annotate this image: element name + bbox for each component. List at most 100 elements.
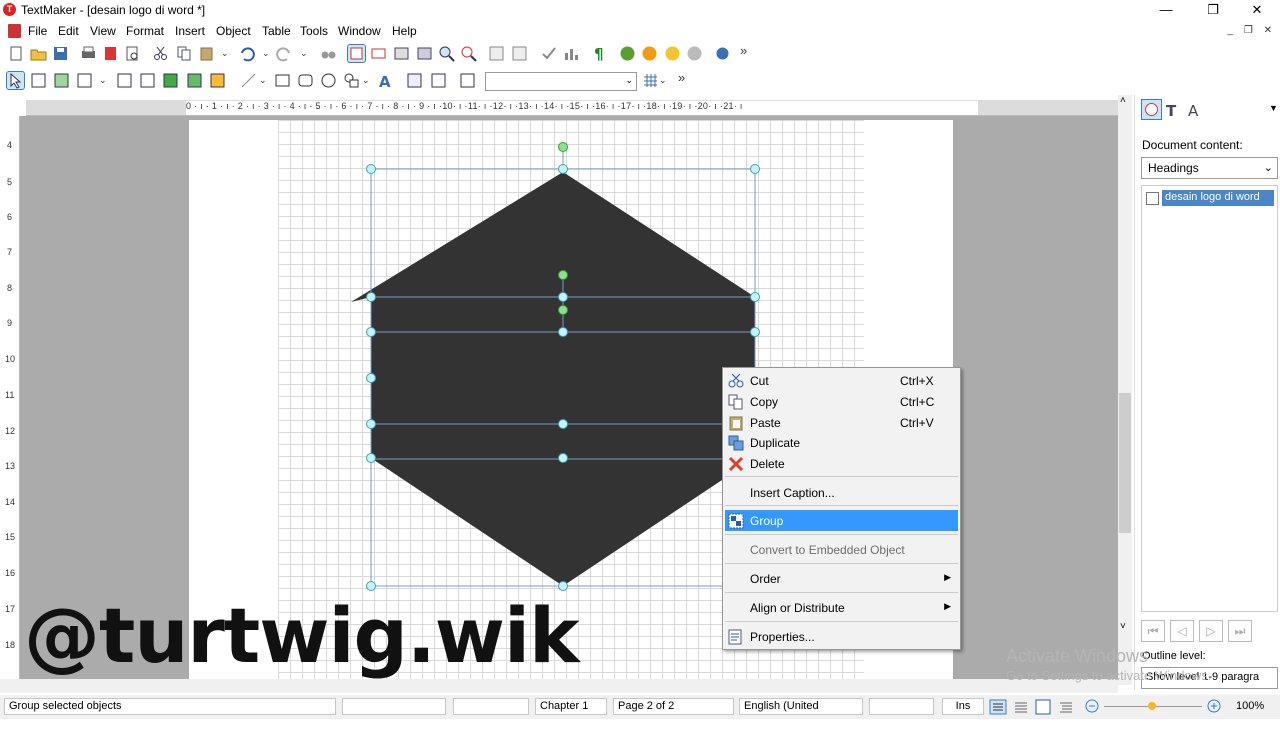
normal-view-icon[interactable] (989, 699, 1007, 715)
object-mode-icon[interactable] (370, 45, 387, 62)
cut-icon[interactable] (152, 45, 169, 62)
resize-handle[interactable] (366, 373, 376, 383)
menu-file[interactable]: File (28, 24, 47, 38)
menu-table[interactable]: Table (262, 24, 291, 38)
menu-tools[interactable]: Tools (300, 24, 328, 38)
paste-dropdown-icon[interactable]: ⌄ (221, 48, 229, 59)
zoom-out-icon[interactable] (1084, 698, 1100, 714)
ellipse-tool-icon[interactable] (320, 72, 337, 89)
menu-item-convert-embedded[interactable]: Convert to Embedded Object (725, 539, 958, 560)
line-tool-icon[interactable] (240, 72, 257, 89)
menu-item-duplicate[interactable]: Duplicate (725, 432, 958, 453)
paste-icon[interactable] (198, 45, 215, 62)
print-preview-icon[interactable] (124, 45, 141, 62)
scroll-up-icon[interactable]: ˄ (1120, 95, 1126, 106)
frame-properties-icon[interactable] (406, 72, 423, 89)
menu-item-cut[interactable]: Cut Ctrl+X (725, 370, 958, 391)
zoom-page-icon[interactable] (460, 45, 477, 62)
heading-checkbox[interactable] (1146, 192, 1159, 205)
zoom-icon[interactable] (438, 45, 455, 62)
resize-handle[interactable] (558, 419, 568, 429)
table-tool-icon[interactable] (76, 72, 93, 89)
autoshape-tool-icon[interactable] (343, 72, 360, 89)
undo-icon[interactable] (238, 45, 255, 62)
resize-handle[interactable] (366, 419, 376, 429)
resize-handle[interactable] (750, 292, 760, 302)
outline-mode-icon[interactable] (393, 45, 410, 62)
restore-button[interactable]: ❐ (1190, 0, 1236, 20)
orange-circle-icon[interactable] (641, 45, 658, 62)
menu-item-insert-caption[interactable]: Insert Caption... (725, 482, 958, 503)
wrap-icon[interactable] (430, 72, 447, 89)
zoom-level[interactable]: 100% (1236, 700, 1264, 712)
autoshape-dropdown-icon[interactable]: ⌄ (362, 75, 370, 86)
grid-dropdown-icon[interactable]: ⌄ (659, 75, 667, 86)
redo-dropdown-icon[interactable]: ⌄ (300, 48, 308, 59)
menu-window[interactable]: Window (338, 24, 381, 38)
menu-item-order[interactable]: Order ▶ (725, 568, 958, 589)
continuous-view-icon[interactable] (1013, 699, 1029, 715)
first-heading-icon[interactable]: ⏮ (1141, 620, 1165, 642)
vertical-scrollbar[interactable]: ˄ ˅ (1118, 95, 1132, 685)
menu-item-paste[interactable]: Paste Ctrl+V (725, 412, 958, 433)
normal-mode-icon[interactable] (347, 44, 366, 63)
resize-handle[interactable] (558, 453, 568, 463)
textart-icon[interactable]: A (377, 72, 394, 91)
mdi-window-buttons[interactable]: _ ❐ ✕ (1228, 25, 1276, 36)
menu-edit[interactable]: Edit (58, 24, 79, 38)
menu-item-delete[interactable]: Delete (725, 453, 958, 474)
view-options-icon[interactable] (714, 45, 731, 62)
chart-icon[interactable] (562, 45, 579, 62)
heading-label[interactable]: desain logo di word (1162, 190, 1274, 206)
resize-handle[interactable] (558, 327, 568, 337)
menu-item-group[interactable]: Group (725, 510, 958, 531)
save-icon[interactable] (52, 45, 69, 62)
formula-icon[interactable] (139, 72, 156, 89)
resize-handle[interactable] (750, 164, 760, 174)
resize-handle[interactable] (366, 453, 376, 463)
yellow-circle-icon[interactable] (664, 45, 681, 62)
presentation-object-icon[interactable] (162, 72, 179, 89)
next-heading-icon[interactable]: ▷ (1199, 620, 1223, 642)
menu-format[interactable]: Format (126, 24, 164, 38)
menu-item-properties[interactable]: Properties... (725, 626, 958, 647)
status-language[interactable]: English (United (739, 698, 863, 715)
status-insert-mode[interactable]: Ins (942, 698, 984, 715)
status-page[interactable]: Page 2 of 2 (613, 698, 734, 715)
undo-dropdown-icon[interactable]: ⌄ (262, 48, 270, 59)
select-pointer-icon[interactable] (6, 71, 25, 90)
zoom-in-icon[interactable] (1206, 698, 1222, 714)
resize-handle[interactable] (366, 292, 376, 302)
picture-tool-icon[interactable] (53, 72, 70, 89)
document-menu-icon[interactable] (8, 24, 21, 38)
menu-insert[interactable]: Insert (175, 24, 205, 38)
horizontal-scrollbar[interactable] (0, 679, 1118, 693)
gray-circle-icon[interactable] (686, 45, 703, 62)
horizontal-ruler[interactable]: 0 · ı · 1 · ı · 2 · ı · 3 · ı · 4 · ı · … (26, 100, 1118, 116)
minimize-button[interactable]: — (1143, 0, 1189, 20)
ole-object-icon[interactable] (116, 72, 133, 89)
resize-handle[interactable] (750, 327, 760, 337)
table-dropdown-icon[interactable]: ⌄ (99, 75, 107, 86)
object-name-combo[interactable]: ⌄ (485, 72, 637, 91)
resize-handle[interactable] (558, 164, 568, 174)
text-frame-icon[interactable] (488, 45, 505, 62)
find-binoculars-icon[interactable] (320, 45, 337, 62)
object-properties-icon[interactable] (459, 72, 476, 89)
formatting-marks-icon[interactable]: ¶ (591, 45, 608, 63)
menu-object[interactable]: Object (216, 24, 251, 38)
previous-heading-icon[interactable]: ◁ (1170, 620, 1194, 642)
rotate-handle[interactable] (558, 142, 568, 152)
grid-icon[interactable] (642, 72, 659, 89)
menu-item-align-distribute[interactable]: Align or Distribute ▶ (725, 597, 958, 618)
resize-handle[interactable] (558, 581, 568, 591)
last-heading-icon[interactable]: ⏭ (1228, 620, 1252, 642)
menu-item-copy[interactable]: Copy Ctrl+C (725, 391, 958, 412)
styles-icon[interactable]: T (1165, 101, 1183, 119)
open-folder-icon[interactable] (30, 45, 47, 62)
rounded-rectangle-tool-icon[interactable] (297, 72, 314, 89)
toolbar-overflow-icon[interactable]: » (678, 70, 685, 85)
chart-object-icon[interactable] (209, 72, 226, 89)
compass-icon[interactable] (1141, 99, 1163, 121)
resize-handle[interactable] (366, 327, 376, 337)
